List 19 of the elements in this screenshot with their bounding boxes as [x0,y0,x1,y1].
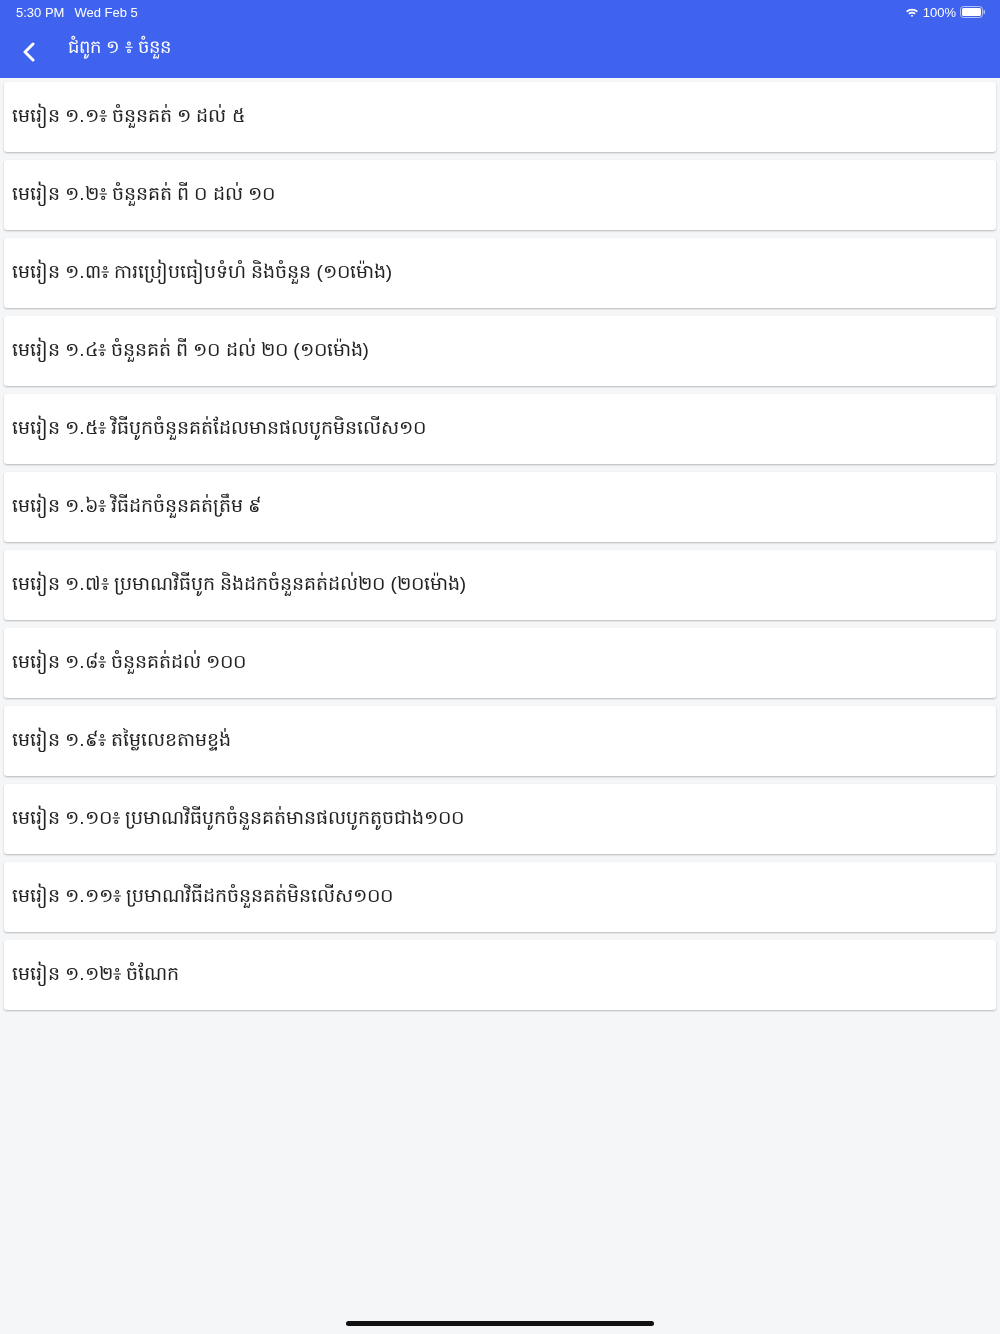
lesson-item[interactable]: មេរៀន ១.១០៖ ប្រមាណវិធីបូកចំនួនគត់មានផលបូកតូចជាង១០០ [4,784,996,854]
back-chevron-icon [23,42,35,62]
lesson-item[interactable]: មេរៀន ១.៨៖ ចំនួនគត់ដល់ ១០០ [4,628,996,698]
wifi-icon [904,6,919,18]
lesson-item[interactable]: មេរៀន ១.៣៖ ការប្រៀបធៀបទំហំ និងចំនួន (១០ម៉ោង) [4,238,996,308]
lesson-item[interactable]: មេរៀន ១.១៖ ចំនួនគត់ ១ ដល់ ៥ [4,82,996,152]
lesson-item[interactable]: មេរៀន ១.៤៖ ចំនួនគត់ ពី ១០ ដល់ ២០ (១០ម៉ោង) [4,316,996,386]
status-date: Wed Feb 5 [74,4,138,20]
lesson-item[interactable]: មេរៀន ១.៥៖ វិធីបូកចំនួនគត់ដែលមានផលបូកមិនលើស១០ [4,394,996,464]
lesson-item[interactable]: មេរៀន ១.១២៖ ចំណែក [4,940,996,1010]
lesson-item[interactable]: មេរៀន ១.១១៖ ប្រមាណវិធីដកចំនួនគត់មិនលើស១០០ [4,862,996,932]
lesson-item[interactable]: មេរៀន ១.៧៖ ប្រមាណវិធីបូក និងដកចំនួនគត់ដល់២០ (២០ម៉ោង) [4,550,996,620]
status-time: 5:30 PM [16,4,65,20]
lesson-item[interactable]: មេរៀន ១.២៖ ចំនួនគត់ ពី ០ ដល់ ១០ [4,160,996,230]
lesson-item[interactable]: មេរៀន ១.៩៖ តម្លៃលេខតាមខ្ទង់ [4,706,996,776]
screen-title: ជំពូក ១ ៖ ចំនួន [68,34,171,61]
battery-icon [960,6,986,18]
lesson-item[interactable]: មេរៀន ១.៦៖ វិធីដកចំនួនគត់ត្រឹម ៩ [4,472,996,542]
battery-percent: 100% [922,4,956,20]
